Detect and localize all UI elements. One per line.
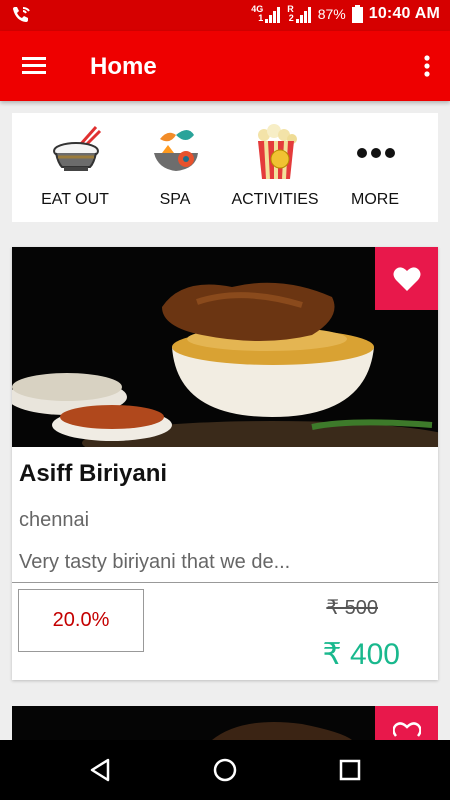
category-label: ACTIVITIES	[231, 191, 319, 208]
rice-bowl-icon	[53, 126, 102, 171]
deal-title: Asiff Biriyani	[19, 460, 168, 487]
discounted-price: ₹ 400	[322, 638, 400, 671]
signal-icon	[265, 7, 281, 23]
spa-icon	[154, 130, 198, 171]
deal-description: Very tasty biriyani that we de...	[19, 551, 291, 573]
clock: 10:40 AM	[368, 5, 440, 22]
deal-card[interactable]: Asiff Biriyani chennai Very tasty biriya…	[12, 247, 438, 680]
battery-icon	[351, 5, 363, 23]
sim2-label: 2	[288, 13, 294, 23]
system-nav-bar	[0, 740, 450, 800]
original-price: ₹ 500	[326, 597, 378, 619]
divider	[12, 582, 438, 583]
battery-percent: 87%	[317, 6, 346, 22]
deal-image	[12, 247, 438, 447]
category-more[interactable]: MORE	[322, 113, 428, 222]
heart-outline-icon	[392, 722, 421, 737]
app-bar: Home	[0, 31, 450, 101]
wifi-calling-icon	[13, 7, 30, 22]
category-label: SPA	[159, 191, 191, 208]
menu-icon[interactable]	[22, 55, 48, 77]
back-icon[interactable]	[86, 756, 114, 784]
signal-icon	[295, 7, 311, 23]
favorite-button[interactable]	[375, 706, 438, 740]
recents-icon[interactable]	[336, 756, 364, 784]
status-bar: 4G 1 R 2 87% 10:40 AM	[0, 0, 450, 31]
deal-card[interactable]	[12, 706, 438, 740]
page-title: Home	[90, 53, 157, 80]
home-icon[interactable]	[211, 756, 239, 784]
heart-icon	[393, 266, 420, 291]
discount-badge: 20.0%	[18, 589, 144, 652]
category-activities[interactable]: ACTIVITIES	[222, 113, 328, 222]
category-label: MORE	[351, 191, 399, 208]
favorite-button[interactable]	[375, 247, 438, 310]
more-dots-icon	[357, 148, 395, 158]
more-vert-icon[interactable]	[422, 55, 432, 79]
deal-city: chennai	[19, 509, 90, 531]
category-bar: EAT OUT SPA ACTIVITIES MORE	[12, 113, 438, 222]
sim1-label: 1	[258, 13, 264, 23]
popcorn-icon	[258, 124, 297, 180]
category-eat-out[interactable]: EAT OUT	[22, 113, 128, 222]
category-label: EAT OUT	[41, 191, 109, 208]
category-spa[interactable]: SPA	[122, 113, 228, 222]
